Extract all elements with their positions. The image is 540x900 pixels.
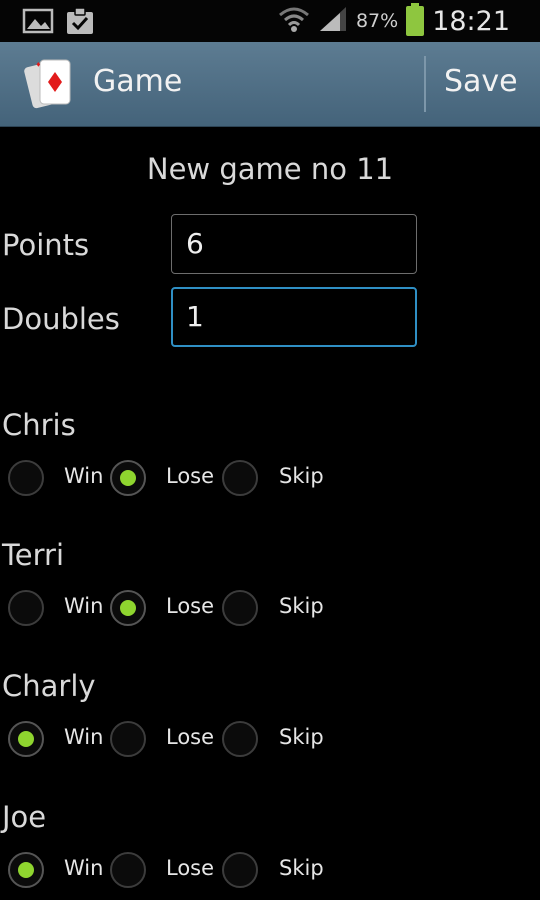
action-bar-title: Game (93, 64, 183, 99)
radio-label-skip: Skip (279, 464, 324, 488)
doubles-field[interactable]: 1 (171, 287, 417, 347)
radio-win[interactable] (8, 721, 44, 757)
radio-lose[interactable] (110, 460, 146, 496)
player-result-group: Win Lose Skip (0, 721, 540, 765)
battery-icon (406, 3, 425, 36)
radio-label-win: Win (64, 594, 104, 618)
radio-label-lose: Lose (166, 594, 215, 618)
action-bar-divider (424, 56, 426, 112)
radio-checked-dot (18, 731, 34, 747)
player-result-group: Win Lose Skip (0, 852, 540, 896)
page-title: New game no 11 (146, 152, 394, 186)
radio-label-lose: Lose (166, 856, 215, 880)
battery-percent: 87% (355, 10, 399, 32)
player-result-group: Win Lose Skip (0, 590, 540, 634)
player-name: Chris (2, 408, 76, 442)
player-result-group: Win Lose Skip (0, 460, 540, 504)
points-label: Points (2, 228, 90, 262)
player-name: Joe (2, 800, 47, 834)
clipboard-check-icon (64, 6, 96, 40)
playing-card-icon (24, 54, 76, 114)
radio-skip[interactable] (222, 852, 258, 888)
doubles-label: Doubles (2, 302, 120, 336)
wifi-icon (278, 5, 310, 37)
radio-skip[interactable] (222, 590, 258, 626)
radio-win[interactable] (8, 460, 44, 496)
player-name: Terri (2, 538, 65, 572)
clock: 18:21 (432, 5, 510, 37)
points-field[interactable]: 6 (171, 214, 417, 274)
radio-skip[interactable] (222, 460, 258, 496)
radio-skip[interactable] (222, 721, 258, 757)
player-name: Charly (2, 669, 96, 703)
radio-label-lose: Lose (166, 464, 215, 488)
signal-icon (318, 5, 348, 37)
radio-lose[interactable] (110, 590, 146, 626)
radio-label-win: Win (64, 464, 104, 488)
status-bar: 87% 18:21 (0, 0, 540, 42)
radio-lose[interactable] (110, 852, 146, 888)
radio-win[interactable] (8, 590, 44, 626)
radio-label-skip: Skip (279, 725, 324, 749)
radio-label-skip: Skip (279, 594, 324, 618)
radio-label-skip: Skip (279, 856, 324, 880)
action-bar: Game Save (0, 42, 540, 127)
image-icon (22, 7, 54, 39)
radio-label-lose: Lose (166, 725, 215, 749)
radio-checked-dot (18, 862, 34, 878)
radio-label-win: Win (64, 725, 104, 749)
radio-win[interactable] (8, 852, 44, 888)
radio-label-win: Win (64, 856, 104, 880)
radio-checked-dot (120, 600, 136, 616)
save-button[interactable]: Save (444, 64, 518, 99)
radio-lose[interactable] (110, 721, 146, 757)
radio-checked-dot (120, 470, 136, 486)
